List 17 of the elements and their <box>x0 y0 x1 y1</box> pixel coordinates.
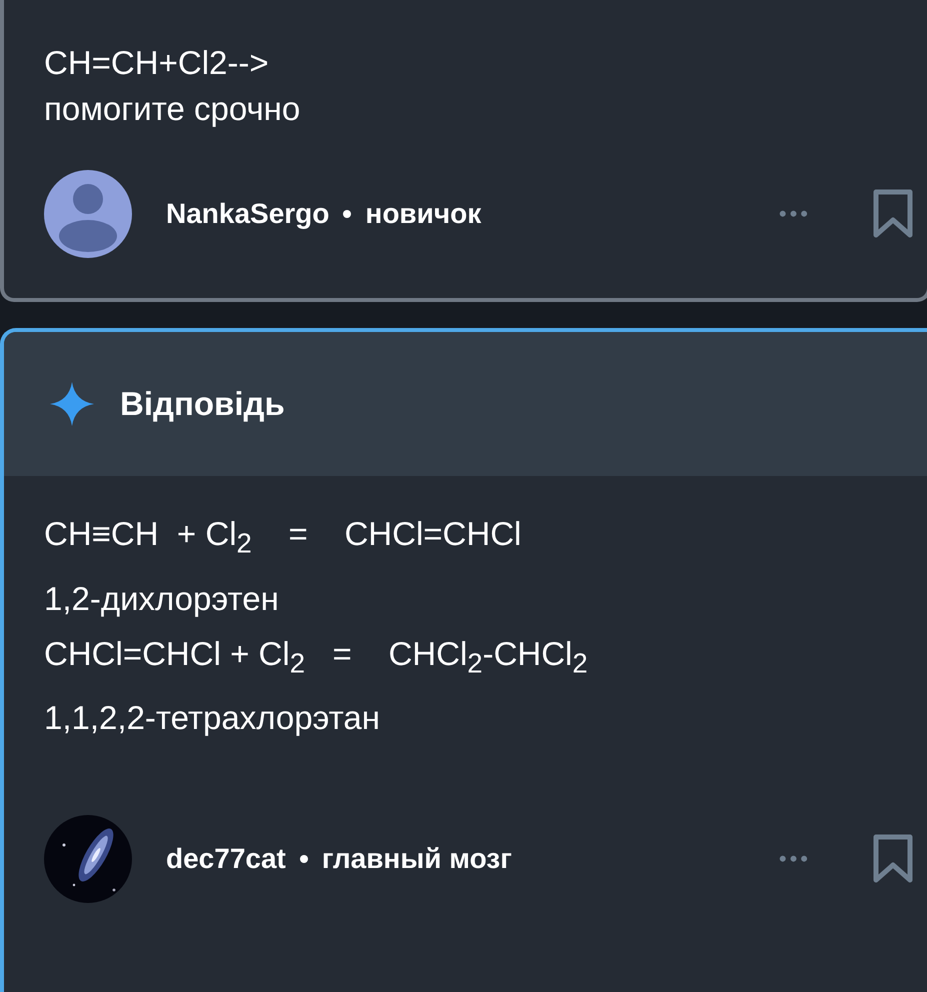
sparkle-icon <box>48 380 96 428</box>
separator-dot <box>343 210 352 218</box>
question-text: помогите срочно <box>44 89 302 129</box>
author-name[interactable]: NankaSergo <box>166 198 330 230</box>
author-rank: главный мозг <box>322 843 512 876</box>
answer-text: CHCl=CHCl + Cl$_{2}$ = CHCl$_{2}$-CHCl$_{2}$ <box>44 634 589 680</box>
avatar-icon <box>44 170 132 258</box>
bookmark-icon[interactable] <box>873 834 913 884</box>
answer-text: 1,1,2,2-тетрахлорэтан <box>44 698 381 738</box>
question-text: CH=CH+Cl2--> <box>44 43 270 83</box>
answer-text: CH≡CH + Cl$_{2}$ = CHCl=CHCl <box>44 514 522 561</box>
separator-dot <box>300 855 308 864</box>
author-name[interactable]: dec77cat <box>166 843 286 876</box>
author-rank: новичок <box>365 198 482 230</box>
bookmark-icon[interactable] <box>873 189 913 239</box>
answer-heading: Відповідь <box>120 385 285 423</box>
answer-text: 1,2-дихлорэтен <box>44 578 280 619</box>
